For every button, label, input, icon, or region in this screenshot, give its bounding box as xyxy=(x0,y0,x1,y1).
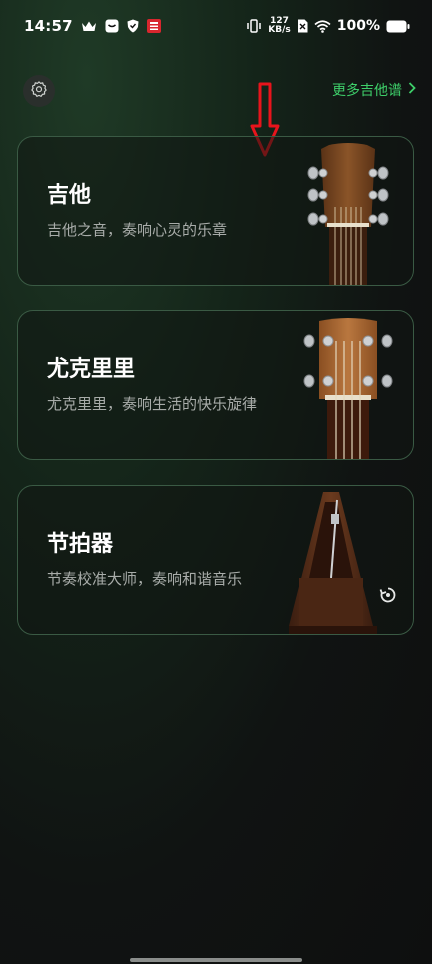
ukulele-card[interactable]: 尤克里里 尤克里里，奏响生活的快乐旋律 xyxy=(17,310,414,460)
metronome-card[interactable]: 节拍器 节奏校准大师，奏响和谐音乐 xyxy=(17,485,414,635)
guitar-card-title: 吉他 xyxy=(47,183,92,208)
chevron-right-icon xyxy=(408,82,416,98)
guitar-headstock-image xyxy=(283,137,413,285)
guitar-card[interactable]: 吉他 吉他之音，奏响心灵的乐章 xyxy=(17,136,414,286)
news-app-icon xyxy=(146,19,161,33)
network-speed-unit: KB/s xyxy=(268,25,291,35)
more-guitar-tabs-label: 更多吉他谱 xyxy=(332,83,402,99)
refresh-icon[interactable] xyxy=(379,586,397,608)
home-indicator[interactable] xyxy=(130,958,302,962)
settings-button[interactable] xyxy=(23,75,55,107)
network-speed: 127 KB/s xyxy=(268,17,290,35)
status-left: 14:57 xyxy=(24,17,161,35)
crown-icon xyxy=(81,20,97,32)
status-right: 127 KB/s 100% xyxy=(246,17,410,35)
metronome-card-subtitle: 节奏校准大师，奏响和谐音乐 xyxy=(47,570,243,588)
metronome-image xyxy=(285,486,385,634)
shield-icon xyxy=(127,19,139,33)
ukulele-card-subtitle: 尤克里里，奏响生活的快乐旋律 xyxy=(47,395,258,413)
battery-percent: 100% xyxy=(336,18,380,34)
guitar-card-subtitle: 吉他之音，奏响心灵的乐章 xyxy=(47,221,228,239)
status-time: 14:57 xyxy=(24,17,73,35)
chat-app-icon xyxy=(105,19,119,33)
metronome-card-title: 节拍器 xyxy=(47,532,114,557)
status-bar: 14:57 127 KB/s 100% xyxy=(0,0,432,52)
sim-off-icon xyxy=(297,19,308,33)
ukulele-headstock-image xyxy=(283,311,413,459)
vibrate-icon xyxy=(246,19,262,33)
ukulele-card-title: 尤克里里 xyxy=(47,357,136,382)
wifi-icon xyxy=(314,19,331,33)
gear-icon xyxy=(30,80,48,102)
battery-icon xyxy=(386,20,410,33)
more-guitar-tabs-link[interactable]: 更多吉他谱 xyxy=(332,80,416,100)
